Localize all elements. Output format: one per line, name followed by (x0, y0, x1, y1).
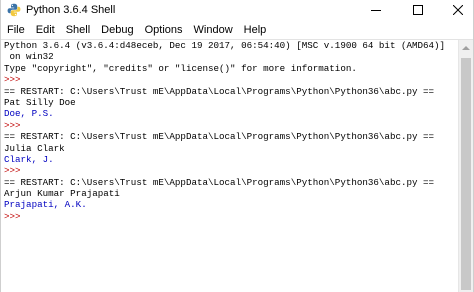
shell-prompt: >>> (4, 165, 27, 177)
close-icon (452, 2, 464, 20)
maximize-button[interactable] (403, 0, 433, 22)
menu-options[interactable]: Options (139, 22, 188, 39)
shell-line-restart: == RESTART: C:\Users\Trust mE\AppData\Lo… (4, 131, 435, 143)
shell-line-info: Type "copyright", "credits" or "license(… (4, 62, 357, 74)
menu-window[interactable]: Window (188, 22, 238, 39)
minimize-icon (371, 2, 381, 20)
title-bar[interactable]: Python 3.6.4 Shell (1, 0, 473, 22)
scroll-up-icon[interactable] (462, 46, 470, 50)
menu-file[interactable]: File (1, 22, 30, 39)
shell-line-output: Clark, J. (4, 153, 54, 165)
shell-prompt: >>> (4, 119, 27, 131)
menu-help[interactable]: Help (238, 22, 272, 39)
menu-bar: File Edit Shell Debug Options Window Hel… (1, 22, 473, 39)
window-title: Python 3.6.4 Shell (26, 4, 116, 16)
shell-line-restart: == RESTART: C:\Users\Trust mE\AppData\Lo… (4, 176, 435, 188)
shell-line-banner: Python 3.6.4 (v3.6.4:d48eceb, Dec 19 201… (4, 40, 446, 51)
shell-text-area[interactable]: Python 3.6.4 (v3.6.4:d48eceb, Dec 19 201… (4, 40, 456, 292)
minimize-button[interactable] (361, 0, 391, 22)
maximize-icon (413, 2, 423, 20)
close-button[interactable] (443, 0, 473, 22)
vertical-scrollbar[interactable] (458, 40, 473, 292)
scroll-thumb[interactable] (461, 58, 471, 290)
shell-active-prompt[interactable]: >>> (4, 211, 456, 222)
shell-line-output: Prajapati, A.K. (4, 199, 87, 211)
shell-line-input: Pat Silly Doe (4, 96, 76, 108)
python-icon (7, 3, 21, 17)
menu-edit[interactable]: Edit (30, 22, 60, 39)
menu-debug[interactable]: Debug (95, 22, 138, 39)
shell-line-input: Arjun Kumar Prajapati (4, 188, 120, 200)
shell-line-input: Julia Clark (4, 142, 65, 154)
python-shell-window: Python 3.6.4 Shell File Edit Shell Debug… (0, 0, 474, 292)
shell-line-restart: == RESTART: C:\Users\Trust mE\AppData\Lo… (4, 85, 435, 97)
menu-shell[interactable]: Shell (60, 22, 95, 39)
shell-line-output: Doe, P.S. (4, 108, 54, 120)
shell-prompt: >>> (4, 74, 27, 86)
shell-line-platform: on win32 (4, 51, 54, 63)
